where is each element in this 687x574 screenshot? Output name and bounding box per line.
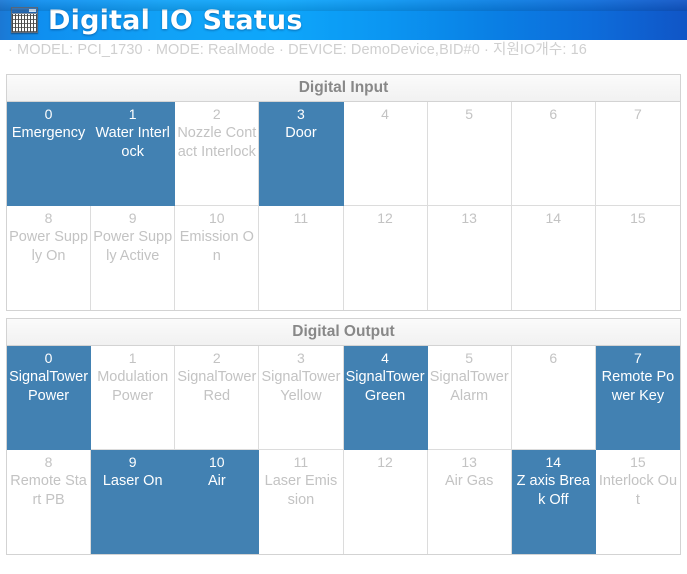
io-channel-cell[interactable]: 4 xyxy=(343,102,428,206)
io-channel-cell[interactable]: 6 xyxy=(511,346,596,450)
io-channel-cell[interactable]: 0 SignalTower Power xyxy=(7,346,92,450)
io-channel-label: Door xyxy=(285,125,317,141)
io-channel-index: 0 xyxy=(44,106,53,122)
io-channel-index: 8 xyxy=(44,454,53,470)
io-channel-label: Z axis Break Off xyxy=(516,473,590,508)
io-channel-cell[interactable]: 9 Laser On xyxy=(91,450,176,554)
io-panels: Digital Input 0 Emergency 1 Water Interlock 2… xyxy=(0,74,687,555)
io-panel: Digital Input 0 Emergency 1 Water Interlock 2… xyxy=(6,74,681,311)
io-channel-cell[interactable]: 1 Modulation Power xyxy=(91,346,176,450)
grid-window-icon xyxy=(11,7,38,33)
io-channel-cell[interactable]: 0 Emergency xyxy=(7,102,92,206)
io-channel-label: Water Interlock xyxy=(95,125,170,160)
io-channel-label: SignalTower Yellow xyxy=(261,369,341,404)
io-channel-label: Emergency xyxy=(11,125,86,141)
io-channel-label: Power Supply Active xyxy=(93,229,173,264)
io-channel-label: Modulation Power xyxy=(97,369,169,404)
io-channel-label: SignalTower Green xyxy=(345,369,425,404)
device-info-line: · MODEL: PCI_1730 · MODE: RealMode · DEV… xyxy=(0,40,687,74)
icon-grid-area xyxy=(12,14,37,32)
io-channel-index: 5 xyxy=(465,350,474,366)
io-channel-index: 11 xyxy=(293,454,309,470)
io-channel-cell[interactable]: 8 Power Supply On xyxy=(7,206,92,310)
io-channel-index: 15 xyxy=(630,454,646,470)
page-title: Digital IO Status xyxy=(48,5,303,36)
io-channel-label: Air xyxy=(207,473,226,489)
io-channel-cell[interactable]: 12 xyxy=(343,450,428,554)
io-channel-cell[interactable]: 6 xyxy=(511,102,596,206)
io-channel-index: 6 xyxy=(549,350,558,366)
io-channel-cell[interactable]: 7 Remote Power Key xyxy=(595,346,680,450)
io-channel-index: 8 xyxy=(44,210,53,226)
io-channel-index: 15 xyxy=(630,210,646,226)
io-channel-index: 0 xyxy=(44,350,53,366)
io-channel-cell[interactable]: 11 xyxy=(259,206,344,310)
io-channel-index: 4 xyxy=(381,350,389,366)
io-channel-index: 7 xyxy=(634,106,642,122)
io-channel-index: 9 xyxy=(128,210,137,226)
io-channel-cell[interactable]: 13 xyxy=(427,206,512,310)
io-channel-index: 12 xyxy=(377,454,393,470)
io-channel-index: 12 xyxy=(377,210,393,226)
io-channel-label: Remote Power Key xyxy=(601,369,675,404)
io-channel-cell[interactable]: 5 xyxy=(427,102,512,206)
io-channel-cell[interactable]: 15 xyxy=(595,206,680,310)
io-channel-cell[interactable]: 9 Power Supply Active xyxy=(91,206,176,310)
io-channel-cell[interactable]: 3 Door xyxy=(259,102,344,206)
io-channel-label: SignalTower Red xyxy=(177,369,257,404)
io-channel-index: 10 xyxy=(209,454,225,470)
io-panel: Digital Output 0 SignalTower Power 1 Modulat… xyxy=(6,318,681,555)
io-channel-cell[interactable]: 2 SignalTower Red xyxy=(175,346,260,450)
io-channel-index: 6 xyxy=(549,106,558,122)
io-channel-index: 2 xyxy=(212,350,221,366)
io-channel-cell[interactable]: 11 Laser Emission xyxy=(259,450,344,554)
io-channel-grid: 0 SignalTower Power 1 Modulation Power 2 Sign… xyxy=(7,346,680,554)
io-channel-index: 3 xyxy=(297,106,305,122)
io-channel-cell[interactable]: 3 SignalTower Yellow xyxy=(259,346,344,450)
io-channel-label: Interlock Out xyxy=(598,473,678,508)
io-channel-cell[interactable]: 14 xyxy=(511,206,596,310)
io-channel-index: 14 xyxy=(545,210,562,226)
io-channel-index: 1 xyxy=(128,350,137,366)
io-channel-cell[interactable]: 12 xyxy=(343,206,428,310)
io-channel-index: 5 xyxy=(465,106,474,122)
io-channel-label: Remote Start PB xyxy=(10,473,87,508)
io-channel-index: 1 xyxy=(128,106,137,122)
window-title-bar: Digital IO Status xyxy=(0,0,687,40)
io-channel-index: 11 xyxy=(293,210,309,226)
io-channel-cell[interactable]: 4 SignalTower Green xyxy=(343,346,428,450)
io-channel-label: Air Gas xyxy=(445,473,494,489)
panel-title: Digital Output xyxy=(7,319,680,346)
io-channel-index: 4 xyxy=(381,106,389,122)
io-channel-cell[interactable]: 7 xyxy=(595,102,680,206)
io-channel-index: 13 xyxy=(461,210,477,226)
io-channel-label: Nozzle Contact Interlock xyxy=(177,125,257,160)
io-channel-index: 9 xyxy=(128,454,137,470)
io-channel-cell[interactable]: 10 Air xyxy=(175,450,260,554)
io-channel-cell[interactable]: 8 Remote Start PB xyxy=(7,450,92,554)
io-channel-cell[interactable]: 13 Air Gas xyxy=(427,450,512,554)
io-channel-cell[interactable]: 2 Nozzle Contact Interlock xyxy=(175,102,260,206)
io-channel-grid: 0 Emergency 1 Water Interlock 2 Nozzle Contac… xyxy=(7,102,680,310)
io-channel-index: 13 xyxy=(461,454,477,470)
io-channel-label: Power Supply On xyxy=(9,229,89,264)
io-channel-cell[interactable]: 5 SignalTower Alarm xyxy=(427,346,512,450)
io-channel-label: SignalTower Alarm xyxy=(429,369,509,404)
io-channel-label: Laser On xyxy=(102,473,163,489)
icon-title-strip xyxy=(12,8,37,14)
io-channel-cell[interactable]: 1 Water Interlock xyxy=(91,102,176,206)
io-channel-index: 10 xyxy=(209,210,225,226)
io-channel-index: 3 xyxy=(297,350,305,366)
io-channel-cell[interactable]: 10 Emission On xyxy=(175,206,260,310)
io-channel-index: 14 xyxy=(545,454,562,470)
io-channel-index: 7 xyxy=(634,350,642,366)
io-channel-label: Laser Emission xyxy=(264,473,338,508)
panel-title: Digital Input xyxy=(7,75,680,102)
io-channel-cell[interactable]: 15 Interlock Out xyxy=(595,450,680,554)
io-channel-label: Emission On xyxy=(179,229,254,264)
io-channel-index: 2 xyxy=(212,106,221,122)
io-channel-label: SignalTower Power xyxy=(9,369,89,404)
io-channel-cell[interactable]: 14 Z axis Break Off xyxy=(511,450,596,554)
